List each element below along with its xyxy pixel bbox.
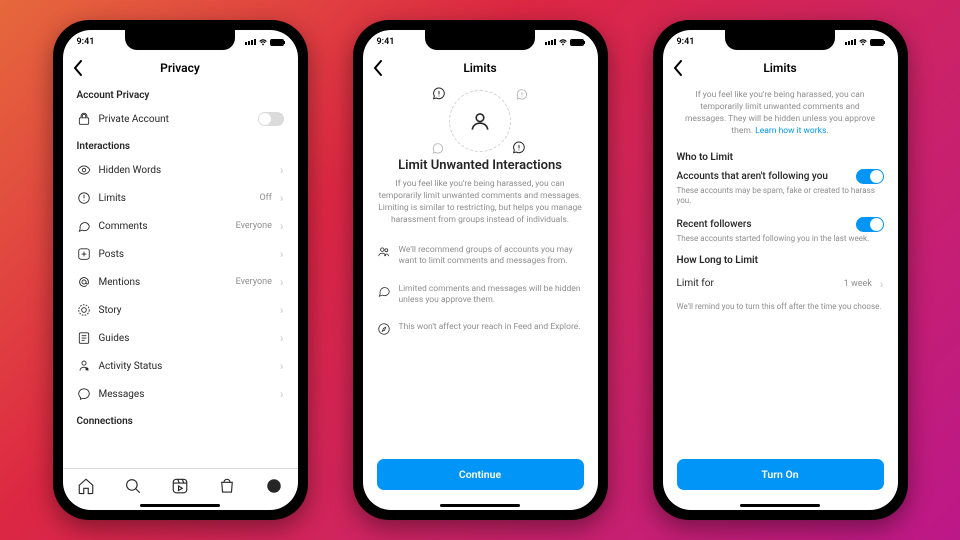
battery-icon	[870, 39, 884, 46]
guides-icon	[77, 331, 91, 345]
page-title: Limits	[763, 61, 796, 75]
nav-bar: Limits	[663, 54, 898, 82]
chevron-right-icon: ›	[880, 277, 884, 291]
chevron-right-icon: ›	[280, 219, 284, 233]
cellular-icon	[245, 39, 256, 45]
home-indicator[interactable]	[440, 504, 520, 507]
private-account-toggle[interactable]	[258, 112, 284, 126]
alert-bubble-icon	[431, 142, 445, 156]
limits-icon	[77, 191, 91, 205]
home-indicator[interactable]	[140, 504, 220, 507]
mentions-row[interactable]: Mentions Everyone ›	[77, 268, 284, 296]
page-title: Limits	[463, 61, 496, 75]
not-following-toggle[interactable]	[856, 169, 884, 184]
not-following-option: Accounts that aren't following you These…	[677, 169, 884, 208]
messages-row[interactable]: Messages ›	[77, 380, 284, 408]
section-interactions: Interactions	[77, 141, 284, 152]
back-button[interactable]	[373, 60, 383, 76]
section-how-long: How Long to Limit	[677, 255, 884, 266]
plus-square-icon	[77, 247, 91, 261]
chevron-right-icon: ›	[280, 331, 284, 345]
chevron-right-icon: ›	[280, 359, 284, 373]
nav-bar: Privacy	[63, 54, 298, 82]
chevron-right-icon: ›	[280, 387, 284, 401]
chevron-right-icon: ›	[280, 191, 284, 205]
notch	[125, 28, 235, 50]
back-button[interactable]	[673, 60, 683, 76]
info-recommend: We'll recommend groups of accounts you m…	[377, 245, 584, 268]
tab-search-icon[interactable]	[124, 477, 142, 495]
phone-limits-intro: 9:41 Limits	[353, 20, 608, 520]
intro-text: If you feel like you're being harassed, …	[677, 82, 884, 144]
hero-illustration	[377, 90, 584, 152]
private-account-label: Private Account	[99, 114, 250, 125]
person-icon	[467, 108, 493, 134]
notch	[425, 28, 535, 50]
home-indicator[interactable]	[740, 504, 820, 507]
posts-row[interactable]: Posts ›	[77, 240, 284, 268]
messenger-icon	[77, 387, 91, 401]
wifi-icon	[258, 38, 268, 46]
eye-off-icon	[77, 163, 91, 177]
chevron-right-icon: ›	[280, 247, 284, 261]
alert-bubble-icon	[511, 140, 527, 156]
battery-icon	[270, 39, 284, 46]
reminder-note: We'll remind you to turn this off after …	[677, 302, 884, 311]
comment-icon	[377, 284, 391, 298]
section-account-privacy: Account Privacy	[77, 90, 284, 101]
comment-icon	[77, 219, 91, 233]
hidden-words-row[interactable]: Hidden Words ›	[77, 156, 284, 184]
chevron-right-icon: ›	[280, 275, 284, 289]
chevron-right-icon: ›	[280, 303, 284, 317]
phone-privacy: 9:41 Privacy Account Privacy	[53, 20, 308, 520]
status-time: 9:41	[77, 37, 95, 47]
chevron-right-icon: ›	[280, 163, 284, 177]
battery-icon	[570, 39, 584, 46]
section-connections: Connections	[77, 416, 284, 427]
status-time: 9:41	[677, 37, 695, 47]
alert-bubble-icon	[431, 86, 447, 102]
story-row[interactable]: Story ›	[77, 296, 284, 324]
tab-reels-icon[interactable]	[171, 477, 189, 495]
compass-icon	[377, 322, 391, 336]
activity-icon	[77, 359, 91, 373]
limit-for-row[interactable]: Limit for 1 week ›	[677, 270, 884, 298]
info-reach: This won't affect your reach in Feed and…	[377, 322, 584, 336]
recent-followers-option: Recent followers These accounts started …	[677, 217, 884, 245]
tab-profile-icon[interactable]	[265, 477, 283, 495]
nav-bar: Limits	[363, 54, 598, 82]
back-button[interactable]	[73, 60, 83, 76]
recent-followers-toggle[interactable]	[856, 217, 884, 232]
cellular-icon	[845, 39, 856, 45]
section-who-to-limit: Who to Limit	[677, 152, 884, 163]
page-title: Privacy	[160, 61, 200, 75]
tab-bar	[63, 468, 298, 502]
status-time: 9:41	[377, 37, 395, 47]
cellular-icon	[545, 39, 556, 45]
hero-description: If you feel like you're being harassed, …	[377, 179, 584, 227]
continue-button[interactable]: Continue	[377, 459, 584, 490]
phone-limits-config: 9:41 Limits If you feel like you're bein…	[653, 20, 908, 520]
info-hidden: Limited comments and messages will be hi…	[377, 284, 584, 307]
wifi-icon	[858, 38, 868, 46]
guides-row[interactable]: Guides ›	[77, 324, 284, 352]
wifi-icon	[558, 38, 568, 46]
activity-status-row[interactable]: Activity Status ›	[77, 352, 284, 380]
story-icon	[77, 303, 91, 317]
notch	[725, 28, 835, 50]
comments-row[interactable]: Comments Everyone ›	[77, 212, 284, 240]
hero-title: Limit Unwanted Interactions	[377, 158, 584, 173]
alert-bubble-icon	[515, 88, 529, 102]
at-sign-icon	[77, 275, 91, 289]
learn-link[interactable]: Learn how it works	[755, 126, 826, 136]
turn-on-button[interactable]: Turn On	[677, 459, 884, 490]
lock-icon	[77, 112, 91, 126]
private-account-row[interactable]: Private Account	[77, 105, 284, 133]
tab-shop-icon[interactable]	[218, 477, 236, 495]
tab-home-icon[interactable]	[77, 477, 95, 495]
limits-row[interactable]: Limits Off ›	[77, 184, 284, 212]
people-icon	[377, 245, 391, 259]
